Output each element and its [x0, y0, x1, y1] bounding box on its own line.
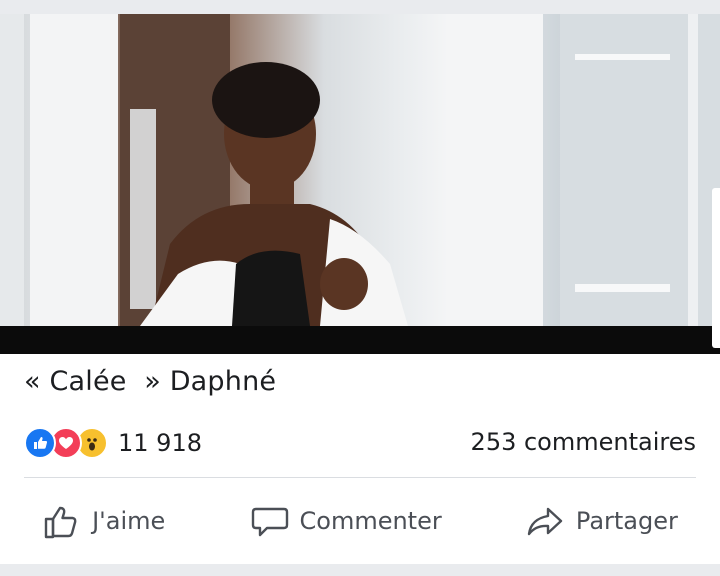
video-still-illustration — [0, 14, 720, 326]
like-button[interactable]: J'aime — [42, 501, 165, 541]
video-frame-image[interactable] — [0, 14, 720, 326]
post-title: « Calée » Daphné — [24, 366, 277, 397]
thumbs-up-icon — [42, 501, 82, 541]
reactions-summary[interactable]: 11 918 — [24, 426, 202, 460]
comment-button[interactable]: Commenter — [250, 501, 442, 541]
like-icon — [24, 427, 56, 459]
comment-label: Commenter — [299, 507, 442, 535]
action-bar: J'aime Commenter Partager — [0, 490, 720, 552]
reaction-count: 11 918 — [118, 429, 202, 457]
share-label: Partager — [575, 507, 678, 535]
share-button[interactable]: Partager — [526, 501, 678, 541]
scroll-edge — [712, 188, 720, 348]
like-label: J'aime — [92, 507, 166, 535]
comments-count-link[interactable]: 253 commentaires — [471, 428, 696, 456]
divider — [24, 477, 696, 478]
comment-bubble-icon — [250, 501, 290, 541]
share-arrow-icon — [526, 501, 566, 541]
